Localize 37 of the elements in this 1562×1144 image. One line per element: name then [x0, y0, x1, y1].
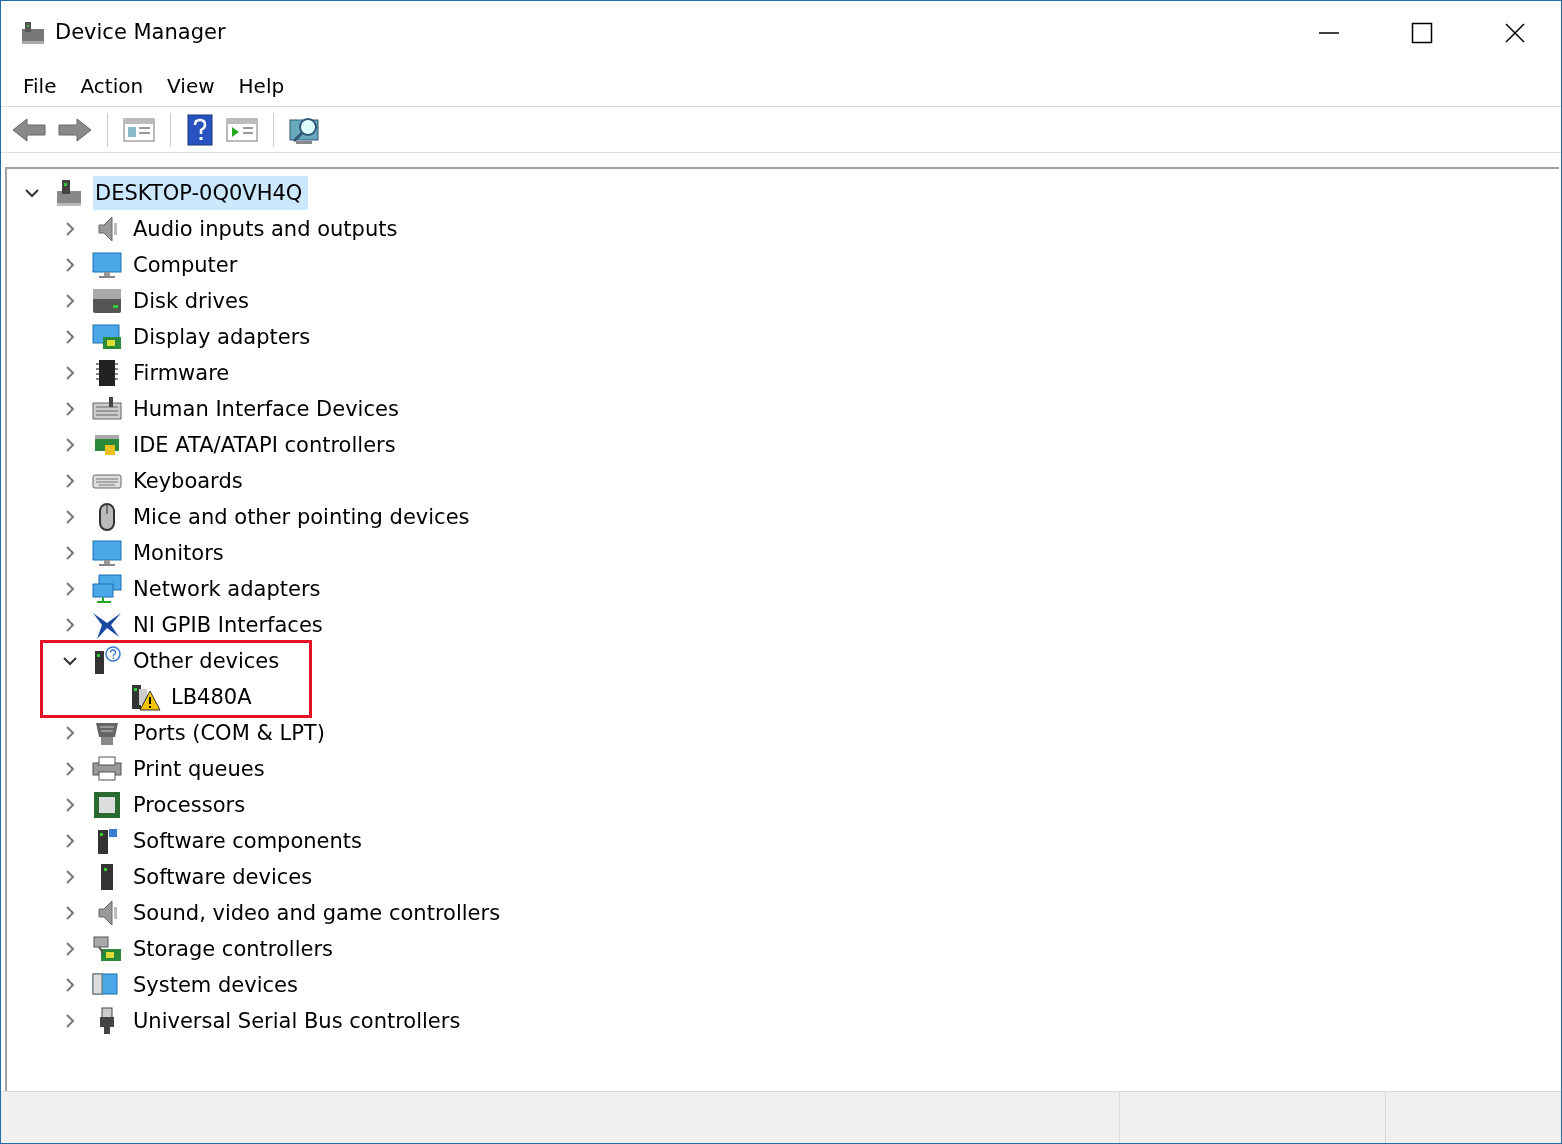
tree-item[interactable]: Software devices — [131, 860, 319, 894]
minimize-icon — [1317, 32, 1340, 34]
tree-item[interactable]: Firmware — [131, 356, 236, 390]
tree-item[interactable]: IDE ATA/ATAPI controllers — [131, 428, 402, 462]
device-manager-icon — [19, 19, 47, 47]
tree-item[interactable]: Disk drives — [131, 284, 255, 318]
tree-item[interactable]: Mice and other pointing devices — [131, 500, 476, 534]
monitor-icon — [91, 537, 123, 569]
tree-item[interactable]: Storage controllers — [131, 932, 339, 966]
tree-item[interactable]: Monitors — [131, 536, 230, 570]
network-monitor-icon — [91, 573, 123, 605]
tree-item[interactable]: NI GPIB Interfaces — [131, 608, 329, 642]
monitor-icon — [91, 249, 123, 281]
tree-item[interactable]: Ports (COM & LPT) — [131, 716, 331, 750]
tree-item[interactable]: Audio inputs and outputs — [131, 212, 404, 246]
tree-item[interactable]: Network adapters — [131, 572, 327, 606]
close-icon — [1503, 22, 1526, 44]
tree-item[interactable]: Keyboards — [131, 464, 249, 498]
menu-item[interactable]: Help — [226, 68, 297, 103]
tree-item[interactable]: LB480A — [169, 680, 258, 714]
tree-item[interactable]: Display adapters — [131, 320, 317, 354]
tree-item[interactable]: Computer — [131, 248, 244, 282]
processor-icon — [91, 789, 123, 821]
tree-item[interactable]: System devices — [131, 968, 304, 1002]
window-title: Device Manager — [55, 19, 227, 47]
maximize-icon — [1410, 22, 1433, 44]
tree-item[interactable]: DESKTOP-0Q0VH4Q — [93, 176, 309, 210]
tree-item[interactable]: Print queues — [131, 752, 271, 786]
menu-item[interactable]: File — [11, 68, 69, 103]
tree-item[interactable]: Processors — [131, 788, 252, 822]
tree-item[interactable]: Other devices — [131, 644, 286, 678]
menu-item[interactable]: Action — [68, 68, 156, 103]
tree-item[interactable]: Universal Serial Bus controllers — [131, 1004, 467, 1038]
tree-item[interactable]: Sound, video and game controllers — [131, 896, 507, 930]
tree-item[interactable]: Software components — [131, 824, 368, 858]
tree-item[interactable]: Human Interface Devices — [131, 392, 405, 426]
menu-item[interactable]: View — [155, 68, 227, 103]
